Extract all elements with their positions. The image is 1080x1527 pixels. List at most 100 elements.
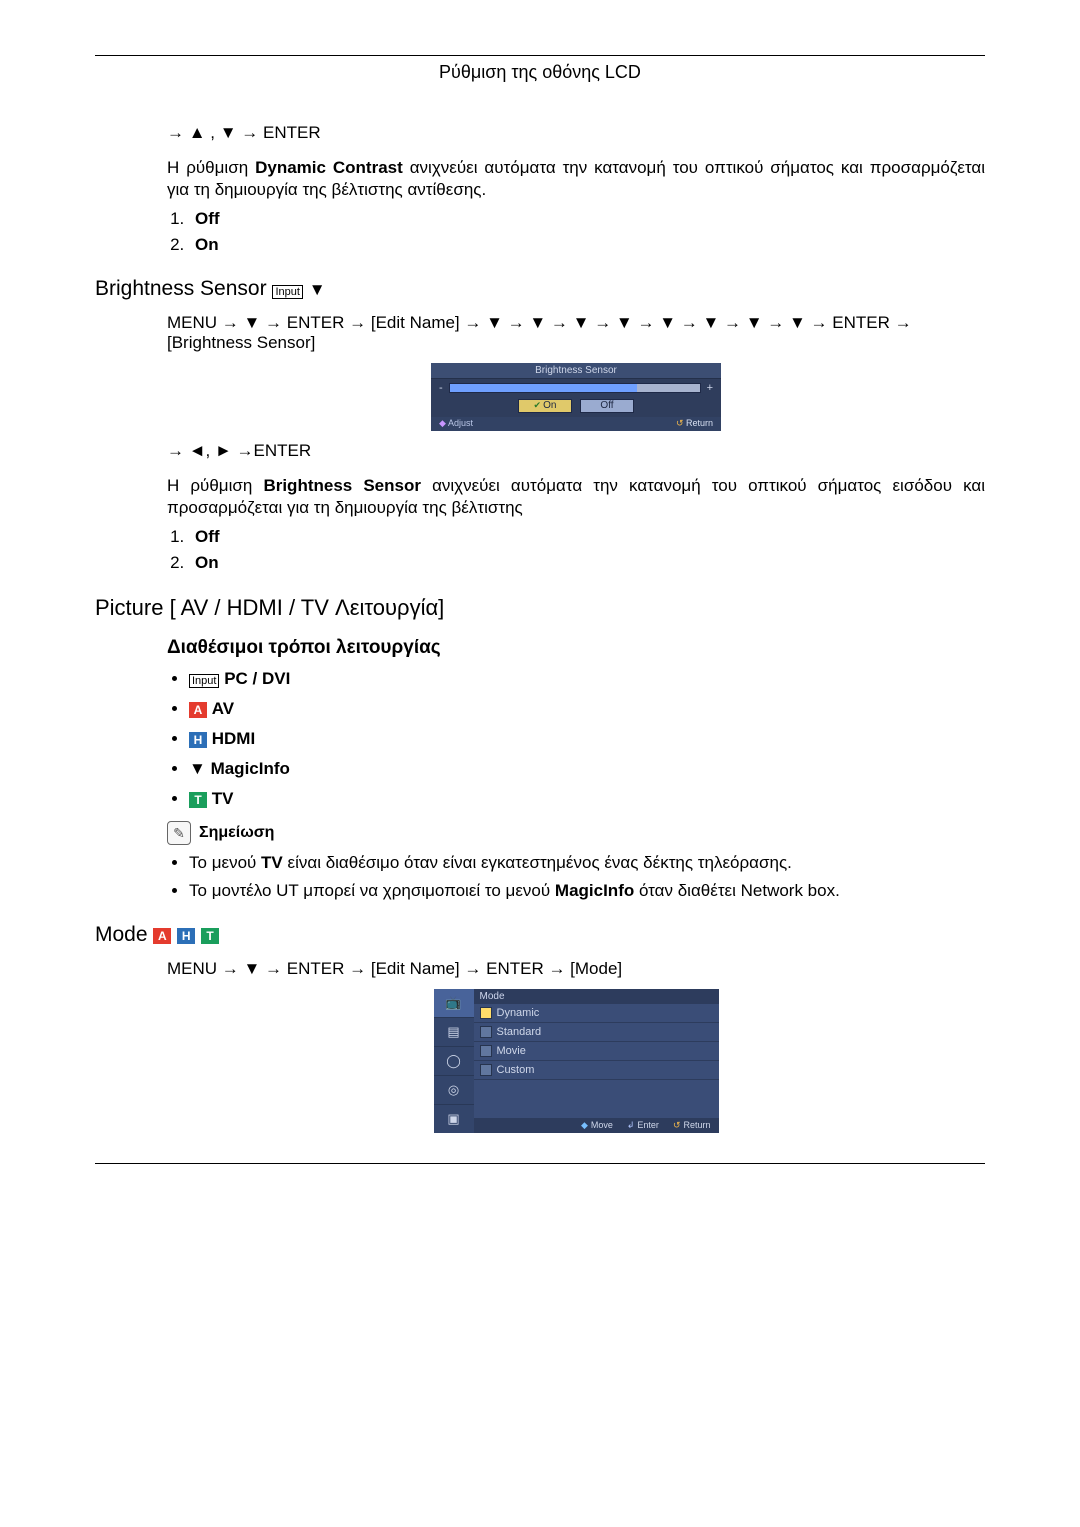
osd-mode-move: Move — [581, 1120, 613, 1131]
osd-bs-title: Brightness Sensor — [431, 363, 721, 379]
note2-pre: Το μοντέλο UT μπορεί να χρησιμοποιεί το … — [189, 881, 555, 900]
osd-bs-off-button[interactable]: Off — [580, 399, 634, 413]
osd-side-picture-icon[interactable]: 📺 — [434, 989, 474, 1018]
mode-nav: MENU → ▼ → ENTER → [Edit Name] → ENTER →… — [167, 959, 985, 979]
osd-mode-item-standard[interactable]: Standard — [474, 1023, 719, 1042]
mode-nav-label: [Mode] — [570, 959, 622, 978]
radio-icon — [480, 1045, 492, 1057]
osd-bs-on-label: On — [543, 400, 556, 411]
note1-pre: Το μενού — [189, 853, 261, 872]
osd-bs-slider-row: - + — [431, 379, 721, 397]
modes-list: Input PC / DVI A AV H HDMI ▼ MagicInfo T… — [167, 669, 985, 809]
osd-mode-panel: Mode Dynamic Standard Movie Custom Move … — [474, 989, 719, 1133]
mode-tv-row: T TV — [189, 789, 985, 809]
header-rule — [95, 55, 985, 56]
brightness-opt-on: On — [195, 553, 219, 572]
note-label: Σημείωση — [199, 824, 274, 842]
tv-icon: T — [189, 792, 207, 808]
tv-icon: T — [201, 928, 219, 944]
note2-post: όταν διαθέτει Network box. — [634, 881, 840, 900]
hdmi-icon: H — [189, 732, 207, 748]
radio-icon — [480, 1026, 492, 1038]
mode-pc-label: PC / DVI — [224, 669, 290, 688]
osd-mode-title: Mode — [474, 989, 719, 1004]
osd-bs-off-label: Off — [600, 400, 613, 411]
mode-nav-pre: MENU → ▼ → ENTER → — [167, 959, 371, 978]
osd-mode-item-label: Movie — [497, 1045, 526, 1057]
modes-subheading: Διαθέσιμοι τρόποι λειτουργίας — [167, 637, 985, 659]
note-heading-row: ✎ Σημείωση — [167, 821, 985, 845]
osd-mode-item-custom[interactable]: Custom — [474, 1061, 719, 1080]
av-icon: A — [153, 928, 171, 944]
mode-heading-row: Mode A H T — [95, 923, 985, 947]
input-icon: Input — [272, 285, 302, 299]
note2-bold: MagicInfo — [555, 881, 634, 900]
note1-bold: TV — [261, 853, 283, 872]
mode-magic-label: MagicInfo — [211, 759, 290, 778]
footer-rule — [95, 1163, 985, 1164]
note-icon: ✎ — [167, 821, 191, 845]
mode-magic-row: ▼ MagicInfo — [189, 759, 985, 779]
osd-mode-item-movie[interactable]: Movie — [474, 1042, 719, 1061]
osd-bs-plus: + — [707, 382, 713, 394]
input-icon: Input — [189, 674, 219, 688]
brightness-desc: Η ρύθμιση Brightness Sensor ανιχνεύει αυ… — [167, 475, 985, 519]
mode-hdmi-row: H HDMI — [189, 729, 985, 749]
osd-mode-item-dynamic[interactable]: Dynamic — [474, 1004, 719, 1023]
brightness-nav2: → ◄, ► →ENTER — [167, 441, 985, 461]
mode-hdmi-label: HDMI — [212, 729, 255, 748]
osd-bs-slider-fill — [450, 384, 637, 392]
page-title: Ρύθμιση της οθόνης LCD — [95, 62, 985, 83]
note-2: Το μοντέλο UT μπορεί να χρησιμοποιεί το … — [189, 881, 985, 901]
check-icon: ✔ — [534, 400, 542, 410]
dyncontrast-opt-off: Off — [195, 209, 220, 228]
osd-mode-enter: Enter — [627, 1120, 659, 1131]
picture-heading: Picture [ AV / HDMI / TV Λειτουργία] — [95, 595, 985, 621]
osd-mode-sidebar: 📺 ▤ ◯ ◎ ▣ — [434, 989, 474, 1133]
osd-side-item-icon[interactable]: ▤ — [434, 1018, 474, 1047]
mode-nav-mid: → ENTER → — [460, 959, 571, 978]
osd-brightness-sensor: Brightness Sensor - + ✔On Off Adjust Ret… — [431, 363, 721, 431]
osd-side-item-icon[interactable]: ▣ — [434, 1105, 474, 1133]
brightness-desc-bold: Brightness Sensor — [263, 476, 421, 495]
note-list: Το μενού TV είναι διαθέσιμο όταν είναι ε… — [167, 853, 985, 901]
note-1: Το μενού TV είναι διαθέσιμο όταν είναι ε… — [189, 853, 985, 873]
note1-post: είναι διαθέσιμο όταν είναι εγκατεστημένο… — [283, 853, 792, 872]
brightness-nav1-pre: MENU → ▼ → ENTER → — [167, 313, 371, 332]
brightness-heading: Brightness Sensor — [95, 277, 267, 300]
brightness-heading-row: Brightness Sensor Input ▼ — [95, 277, 985, 301]
brightness-desc-pre: Η ρύθμιση — [167, 476, 263, 495]
osd-mode-blank — [474, 1080, 719, 1118]
mode-nav-edit: [Edit Name] — [371, 959, 460, 978]
brightness-nav1: MENU → ▼ → ENTER → [Edit Name] → ▼ → ▼ →… — [167, 313, 985, 353]
osd-mode-item-label: Dynamic — [497, 1007, 540, 1019]
osd-bs-return: Return — [676, 418, 713, 429]
osd-bs-adjust: Adjust — [439, 418, 473, 429]
osd-mode-item-label: Standard — [497, 1026, 542, 1038]
magicinfo-icon: ▼ — [309, 280, 326, 299]
mode-pc-row: Input PC / DVI — [189, 669, 985, 689]
osd-bs-minus: - — [439, 382, 443, 394]
osd-mode-return: Return — [673, 1120, 711, 1131]
dyncontrast-opt-on: On — [195, 235, 219, 254]
brightness-nav1-label: [Brightness Sensor] — [167, 333, 315, 352]
brightness-nav1-edit: [Edit Name] — [371, 313, 460, 332]
dyncontrast-desc-bold: Dynamic Contrast — [255, 158, 403, 177]
dyncontrast-desc-pre: Η ρύθμιση — [167, 158, 255, 177]
osd-side-item-icon[interactable]: ◎ — [434, 1076, 474, 1105]
brightness-opt-off: Off — [195, 527, 220, 546]
osd-bs-slider[interactable] — [449, 383, 701, 393]
osd-bs-on-button[interactable]: ✔On — [518, 399, 572, 413]
osd-side-item-icon[interactable]: ◯ — [434, 1047, 474, 1076]
dyncontrast-opts: Off On — [167, 209, 985, 255]
osd-mode-menu: 📺 ▤ ◯ ◎ ▣ Mode Dynamic Standard Movie Cu… — [434, 989, 719, 1133]
dyncontrast-desc: Η ρύθμιση Dynamic Contrast ανιχνεύει αυτ… — [167, 157, 985, 201]
mode-av-label: AV — [212, 699, 234, 718]
mode-tv-label: TV — [212, 789, 234, 808]
osd-mode-item-label: Custom — [497, 1064, 535, 1076]
mode-av-row: A AV — [189, 699, 985, 719]
dyncontrast-nav: → ▲ , ▼ → ENTER — [167, 123, 985, 143]
brightness-opts: Off On — [167, 527, 985, 573]
mode-heading: Mode — [95, 923, 148, 946]
magicinfo-icon: ▼ — [189, 759, 206, 778]
